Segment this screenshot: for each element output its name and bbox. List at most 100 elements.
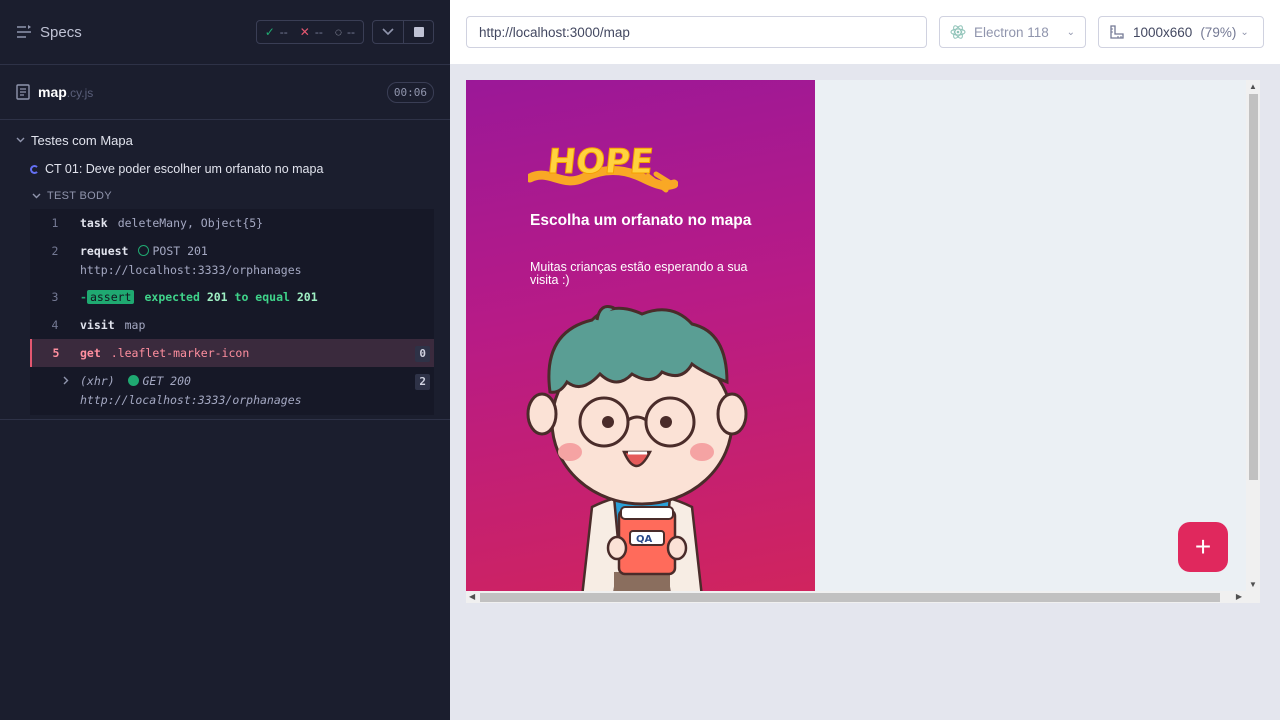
assert-value-2: 201 — [296, 290, 318, 304]
document-icon — [16, 84, 30, 100]
test-row[interactable]: CT 01: Deve poder escolher um orfanato n… — [0, 155, 450, 183]
xhr-prefix: (xhr) — [80, 374, 115, 388]
running-spinner-icon — [30, 164, 39, 174]
assert-dash: - — [80, 290, 87, 304]
command-name: task — [80, 216, 108, 230]
scroll-right-icon[interactable]: ▶ — [1236, 591, 1242, 603]
plus-icon: + — [1194, 531, 1212, 562]
command-name: visit — [80, 318, 115, 332]
aut-toolbar: http://localhost:3000/map Electron 118 ⌄… — [450, 0, 1280, 64]
status-dot-icon — [128, 375, 140, 386]
sidebar-title: Escolha um orfanato no mapa — [530, 212, 752, 229]
assert-expected: expected — [144, 290, 200, 304]
vertical-scroll-thumb[interactable] — [1249, 94, 1258, 480]
request-method: POST 201 — [152, 244, 208, 258]
divider — [0, 419, 450, 420]
assert-to-equal: to equal — [234, 290, 290, 304]
zoom-label: (79%) — [1200, 24, 1237, 40]
passed-count: -- — [279, 25, 288, 39]
assert-row[interactable]: 3 - assert expected 201 to equal 201 — [30, 283, 434, 311]
reporter-header: Specs ✓ -- ✕ -- ◌ -- — [0, 0, 450, 65]
command-message: deleteMany, Object{5} — [117, 216, 264, 230]
scroll-down-icon[interactable]: ▼ — [1249, 580, 1257, 589]
xhr-url: http://localhost:3333/orphanages — [80, 393, 302, 407]
expand-icon — [30, 374, 80, 388]
pending-stat: ◌ -- — [335, 25, 355, 39]
command-message: map — [124, 318, 146, 332]
status-circle-icon — [138, 245, 150, 256]
command-message: .leaflet-marker-icon — [110, 346, 250, 360]
horizontal-scroll-thumb[interactable] — [480, 593, 1220, 602]
command-number: 1 — [51, 216, 59, 230]
app-sidebar: HOPE Escolha um orfanato no mapa Muitas … — [466, 80, 815, 591]
assert-value-1: 201 — [206, 290, 228, 304]
command-log: 1 task deleteMany, Object{5} 2 request POS… — [30, 209, 434, 415]
child-illustration: QA — [526, 305, 748, 591]
hope-logo: HOPE — [528, 142, 678, 193]
ruler-icon — [1110, 25, 1124, 39]
stop-button[interactable] — [403, 21, 433, 43]
add-orphanage-button[interactable]: + — [1178, 522, 1228, 572]
scroll-up-icon[interactable]: ▲ — [1249, 82, 1257, 91]
suite-title: Testes com Mapa — [31, 132, 133, 148]
request-url: http://localhost:3333/orphanages — [80, 263, 302, 277]
suite-row[interactable]: Testes com Mapa — [0, 125, 450, 155]
test-body-label: TEST BODY — [47, 190, 112, 202]
browser-label: Electron 118 — [974, 24, 1049, 40]
chevron-down-icon — [382, 28, 394, 36]
pending-count: -- — [347, 25, 355, 39]
specs-menu-icon — [17, 25, 31, 38]
specs-title: Specs — [40, 23, 82, 41]
test-title: CT 01: Deve poder escolher um orfanato n… — [45, 162, 324, 176]
command-row[interactable]: 4 visit map — [30, 311, 434, 339]
xhr-count-badge: 2 — [415, 374, 430, 390]
passed-stat: ✓ -- — [265, 25, 288, 39]
map-container[interactable] — [815, 80, 1246, 591]
chevron-down-icon — [32, 193, 41, 199]
specs-toggle[interactable]: Specs — [16, 24, 82, 41]
assert-tag: assert — [86, 290, 135, 304]
spec-extension: .cy.js — [66, 86, 94, 100]
logo-text: HOPE — [546, 142, 656, 182]
check-icon: ✓ — [264, 25, 275, 39]
chevron-down-icon: ⌄ — [1066, 26, 1075, 38]
app-frame: HOPE Escolha um orfanato no mapa Muitas … — [466, 80, 1260, 603]
command-name: get — [80, 346, 101, 360]
spec-file-row: map.cy.js 00:06 — [0, 65, 450, 120]
element-count-badge: 0 — [415, 346, 430, 362]
scroll-left-icon[interactable]: ◀ — [469, 591, 475, 603]
command-number: 4 — [51, 318, 59, 332]
book-label: QA — [636, 534, 653, 545]
command-row[interactable]: 2 request POST 201 http://localhost:3333/… — [30, 237, 434, 283]
active-command-row[interactable]: 5 get .leaflet-marker-icon 0 — [30, 339, 434, 367]
sidebar-subtitle: Muitas crianças estão esperando a sua vi… — [530, 260, 748, 287]
browser-selector[interactable]: Electron 118 ⌄ — [939, 16, 1086, 48]
xhr-method: GET 200 — [142, 374, 191, 388]
collapse-button[interactable] — [373, 21, 403, 43]
url-bar[interactable]: http://localhost:3000/map — [466, 16, 927, 48]
command-row[interactable]: 1 task deleteMany, Object{5} — [30, 209, 434, 237]
horizontal-scrollbar[interactable]: ◀ ▶ — [466, 591, 1260, 603]
run-controls — [372, 20, 434, 44]
electron-icon — [950, 25, 966, 39]
viewport-selector[interactable]: 1000x660 (79%) ⌄ — [1098, 16, 1264, 48]
vertical-scrollbar[interactable]: ▲ ▼ — [1246, 80, 1260, 591]
command-number: 5 — [52, 346, 60, 360]
failed-count: -- — [314, 25, 323, 39]
chevron-down-icon — [16, 137, 25, 143]
viewport-label: 1000x660 — [1133, 24, 1193, 40]
stats-box: ✓ -- ✕ -- ◌ -- — [255, 20, 364, 44]
xhr-row[interactable]: (xhr) GET 200 http://localhost:3333/orph… — [30, 367, 434, 413]
spec-file-name: map.cy.js — [38, 84, 93, 100]
aut-panel: http://localhost:3000/map Electron 118 ⌄… — [450, 0, 1280, 720]
chevron-down-icon: ⌄ — [1240, 26, 1249, 38]
spec-name: map — [38, 84, 67, 100]
reporter-panel: Specs ✓ -- ✕ -- ◌ -- map.cy.js 00:06 Tes… — [0, 0, 450, 720]
duration-badge: 00:06 — [386, 81, 434, 103]
pending-circle-icon: ◌ — [334, 25, 342, 39]
command-number: 2 — [51, 244, 59, 258]
command-name: request — [80, 244, 129, 258]
command-number: 3 — [51, 290, 59, 304]
failed-stat: ✕ -- — [300, 25, 323, 39]
test-body-toggle[interactable]: TEST BODY — [0, 183, 450, 209]
